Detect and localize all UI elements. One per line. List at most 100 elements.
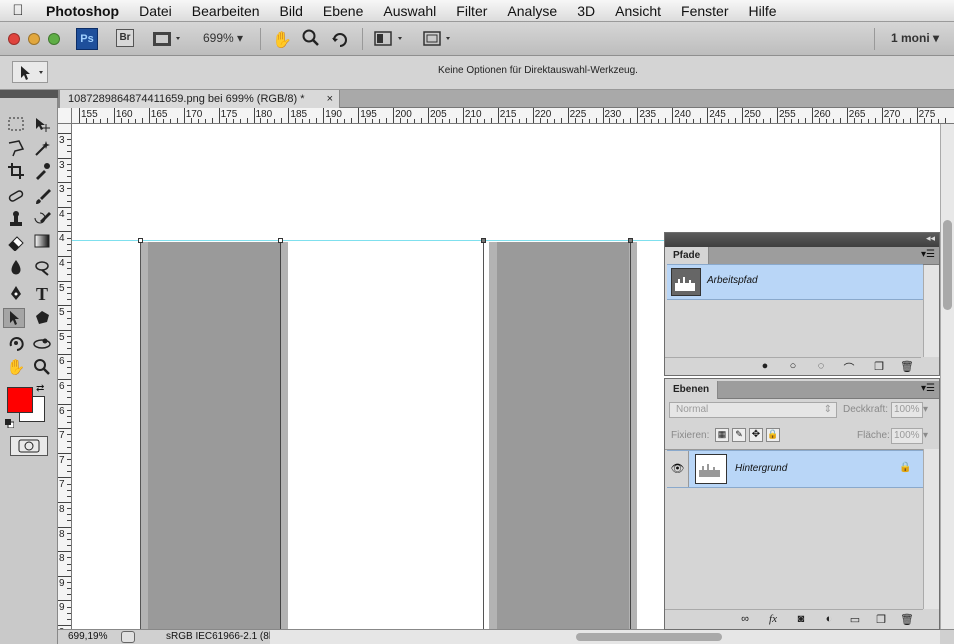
- toolbox-grip[interactable]: [0, 90, 58, 98]
- 3d-rotate-tool[interactable]: [5, 334, 27, 354]
- lock-transparency-icon[interactable]: ▦: [715, 428, 729, 442]
- path-segment-right-b[interactable]: [630, 241, 631, 629]
- zoom-window-button[interactable]: [48, 33, 60, 45]
- make-work-path-icon[interactable]: ⌒: [841, 360, 857, 376]
- minimize-window-button[interactable]: [28, 33, 40, 45]
- fill-path-icon[interactable]: ●: [757, 360, 773, 372]
- visibility-eye-icon[interactable]: 👁: [667, 451, 689, 487]
- menu-ebene[interactable]: Ebene: [313, 3, 373, 19]
- crop-tool[interactable]: [5, 162, 27, 182]
- quick-mask-button[interactable]: [10, 436, 48, 456]
- collapse-panel-icon[interactable]: ◂◂: [926, 233, 935, 244]
- lasso-tool[interactable]: [5, 139, 27, 159]
- opacity-input[interactable]: 100%: [891, 402, 923, 418]
- apple-icon[interactable]: : [0, 2, 36, 19]
- panel-menu-icon[interactable]: ▾☰: [921, 383, 935, 394]
- menu-bild[interactable]: Bild: [270, 3, 313, 19]
- workspace-switcher[interactable]: 1 moni ▾: [891, 31, 939, 45]
- eraser-tool[interactable]: [5, 233, 27, 253]
- gradient-tool[interactable]: [31, 233, 53, 253]
- magic-wand-tool[interactable]: [31, 139, 53, 159]
- hand-tool[interactable]: ✋: [5, 358, 27, 378]
- anchor-point[interactable]: [628, 238, 633, 243]
- type-tool[interactable]: T: [31, 284, 53, 304]
- screen-mode-button[interactable]: [152, 30, 182, 48]
- add-mask-icon[interactable]: ◙: [793, 613, 809, 625]
- healing-brush-tool[interactable]: [5, 187, 27, 207]
- direct-selection-tool[interactable]: [3, 308, 25, 328]
- new-layer-icon[interactable]: ❐: [873, 613, 889, 626]
- panel-menu-icon[interactable]: ▾☰: [921, 249, 935, 260]
- anchor-point[interactable]: [481, 238, 486, 243]
- menu-auswahl[interactable]: Auswahl: [373, 3, 446, 19]
- blend-mode-select[interactable]: Normal ⇕: [669, 402, 837, 418]
- panel-titlebar[interactable]: ◂◂: [665, 233, 939, 247]
- history-brush-tool[interactable]: [31, 210, 53, 230]
- adjustment-layer-icon[interactable]: ◐: [821, 613, 837, 625]
- hand-tool-icon[interactable]: ✋: [272, 30, 292, 50]
- status-info-icon[interactable]: [121, 631, 135, 643]
- dodge-tool[interactable]: [31, 258, 53, 278]
- menu-filter[interactable]: Filter: [446, 3, 497, 19]
- ruler-origin[interactable]: [58, 108, 72, 124]
- menu-ansicht[interactable]: Ansicht: [605, 3, 671, 19]
- layers-scrollbar[interactable]: [923, 449, 939, 609]
- horizontal-ruler[interactable]: 155 160 165 170 175 180 185 190 195 200 205 210 215 2…: [72, 108, 954, 124]
- 3d-orbit-tool[interactable]: [31, 334, 53, 354]
- lock-pixels-icon[interactable]: ✎: [732, 428, 746, 442]
- new-path-icon[interactable]: ❐: [871, 360, 887, 373]
- trash-icon[interactable]: 🗑: [899, 360, 915, 373]
- layer-style-fx-icon[interactable]: fx: [765, 613, 781, 625]
- paths-scrollbar[interactable]: [923, 265, 939, 357]
- bridge-button[interactable]: Br: [116, 29, 134, 47]
- menu-hilfe[interactable]: Hilfe: [739, 3, 787, 19]
- fill-input[interactable]: 100%: [891, 428, 923, 444]
- menu-datei[interactable]: Datei: [129, 3, 182, 19]
- vertical-scroll-thumb[interactable]: [943, 220, 952, 310]
- anchor-point[interactable]: [138, 238, 143, 243]
- document-tab[interactable]: 1087289864874411659.png bei 699% (RGB/8)…: [60, 90, 340, 108]
- rotate-view-icon[interactable]: [330, 28, 350, 48]
- pen-tool[interactable]: [5, 284, 27, 304]
- arrange-documents-button[interactable]: [374, 30, 408, 48]
- blur-tool[interactable]: [5, 258, 27, 278]
- menu-3d[interactable]: 3D: [567, 3, 605, 19]
- zoom-tool[interactable]: [31, 358, 53, 378]
- menu-analyse[interactable]: Analyse: [497, 3, 567, 19]
- vertical-ruler[interactable]: 333444555666777888999: [58, 124, 72, 629]
- load-selection-icon[interactable]: ◌: [813, 360, 829, 372]
- foreground-color-swatch[interactable]: [7, 387, 33, 413]
- chevron-down-icon[interactable]: ▾: [923, 404, 928, 415]
- marquee-tool[interactable]: [5, 116, 27, 136]
- default-colors-icon[interactable]: [5, 417, 15, 429]
- path-row-arbeitspfad[interactable]: Arbeitspfad: [667, 264, 923, 300]
- swap-colors-icon[interactable]: ⇄: [36, 383, 44, 394]
- close-window-button[interactable]: [8, 33, 20, 45]
- link-layers-icon[interactable]: ∞: [737, 613, 753, 625]
- anchor-point[interactable]: [278, 238, 283, 243]
- chevron-down-icon[interactable]: ▾: [923, 430, 928, 441]
- clone-stamp-tool[interactable]: [5, 210, 27, 230]
- lock-all-icon[interactable]: 🔒: [766, 428, 780, 442]
- brush-tool[interactable]: [31, 187, 53, 207]
- status-zoom[interactable]: 699,19%: [68, 630, 107, 644]
- lock-position-icon[interactable]: ✥: [749, 428, 763, 442]
- path-segment-left-a[interactable]: [140, 241, 141, 629]
- menu-bearbeiten[interactable]: Bearbeiten: [182, 3, 270, 19]
- menu-fenster[interactable]: Fenster: [671, 3, 738, 19]
- layer-row-hintergrund[interactable]: 👁 Hintergrund 🔒: [667, 450, 923, 488]
- new-group-icon[interactable]: ▭: [847, 613, 863, 626]
- path-segment-left-b[interactable]: [280, 241, 281, 629]
- tab-paths[interactable]: Pfade: [665, 247, 710, 265]
- horizontal-scroll-thumb[interactable]: [576, 633, 722, 641]
- stroke-path-icon[interactable]: ○: [785, 360, 801, 372]
- path-segment-right-a[interactable]: [483, 241, 484, 629]
- tab-layers[interactable]: Ebenen: [665, 381, 719, 399]
- screen-mode-dropdown[interactable]: [422, 30, 456, 48]
- vertical-scrollbar[interactable]: [940, 124, 954, 629]
- zoom-level-dropdown[interactable]: 699% ▾: [203, 31, 243, 45]
- eyedropper-tool[interactable]: [31, 162, 53, 182]
- menu-app[interactable]: Photoshop: [36, 3, 129, 19]
- horizontal-scrollbar[interactable]: [270, 630, 940, 644]
- move-tool[interactable]: [31, 116, 53, 136]
